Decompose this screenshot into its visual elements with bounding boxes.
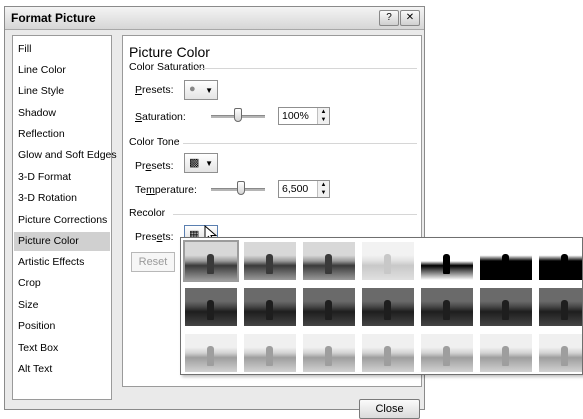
tone-presets-dropdown[interactable]: ▩ ▼ (184, 153, 218, 173)
recolor-preset-thumbnail[interactable] (421, 242, 473, 280)
sidebar-item-crop[interactable]: Crop (14, 274, 110, 293)
tone-presets-label: Presets: (135, 160, 174, 172)
recolor-gallery (180, 237, 583, 375)
photo-figure (325, 346, 332, 366)
photo-figure (443, 346, 450, 366)
photo-figure (443, 300, 450, 320)
dialog-title: Format Picture (11, 11, 96, 25)
saturation-preset-icon: ● (189, 83, 196, 95)
title-bar: Format Picture ? ✕ (5, 7, 424, 30)
recolor-preset-thumbnail[interactable] (539, 334, 582, 372)
color-tone-heading: Color Tone (129, 136, 180, 148)
recolor-preset-thumbnail[interactable] (244, 242, 296, 280)
close-icon: ✕ (405, 12, 415, 23)
chevron-down-icon: ▼ (205, 86, 213, 95)
photo-figure (325, 300, 332, 320)
recolor-preset-thumbnail[interactable] (480, 334, 532, 372)
temperature-slider-thumb[interactable] (236, 181, 245, 195)
recolor-preset-thumbnail[interactable] (244, 288, 296, 326)
sidebar-item-picture-color[interactable]: Picture Color (14, 232, 110, 251)
recolor-preset-thumbnail[interactable] (480, 288, 532, 326)
sidebar-item-artistic-effects[interactable]: Artistic Effects (14, 253, 110, 272)
photo-figure (384, 346, 391, 366)
photo-figure (266, 254, 273, 274)
spin-arrows-icon[interactable]: ▲ ▼ (317, 108, 329, 124)
spin-arrows-icon[interactable]: ▲ ▼ (317, 181, 329, 197)
sidebar-item-3d-format[interactable]: 3-D Format (14, 168, 110, 187)
photo-figure (443, 254, 450, 274)
recolor-preset-thumbnail[interactable] (303, 288, 355, 326)
recolor-preset-thumbnail[interactable] (185, 334, 237, 372)
close-button[interactable]: Close (359, 399, 420, 419)
photo-figure (266, 300, 273, 320)
color-saturation-heading: Color Saturation (129, 61, 205, 73)
recolor-preset-thumbnail[interactable] (539, 242, 582, 280)
reset-button[interactable]: Reset (131, 252, 175, 272)
photo-figure (325, 254, 332, 274)
photo-figure (207, 254, 214, 274)
saturation-label: Saturation: (135, 111, 186, 123)
photo-figure (502, 346, 509, 366)
sidebar-item-text-box[interactable]: Text Box (14, 339, 110, 358)
recolor-heading: Recolor (129, 207, 166, 219)
recolor-preset-thumbnail[interactable] (303, 242, 355, 280)
divider (195, 68, 417, 69)
sidebar-item-fill[interactable]: Fill (14, 40, 110, 59)
panel-title: Picture Color (129, 44, 210, 60)
sidebar-item-reflection[interactable]: Reflection (14, 125, 110, 144)
recolor-preset-thumbnail[interactable] (185, 288, 237, 326)
photo-figure (207, 300, 214, 320)
saturation-value: 100% (282, 110, 309, 122)
color-tone-preset-icon: ▩ (189, 157, 200, 169)
photo-figure (561, 254, 568, 274)
temperature-label: Temperature: (135, 184, 197, 196)
sidebar-item-picture-corrections[interactable]: Picture Corrections (14, 211, 110, 230)
sidebar-item-shadow[interactable]: Shadow (14, 104, 110, 123)
saturation-spinner[interactable]: 100% ▲ ▼ (278, 107, 330, 125)
photo-figure (266, 346, 273, 366)
saturation-presets-dropdown[interactable]: ● ▼ (184, 80, 218, 100)
category-list: Fill Line Color Line Style Shadow Reflec… (12, 35, 117, 400)
sidebar-item-glow-soft-edges[interactable]: Glow and Soft Edges (14, 146, 117, 165)
saturation-slider-thumb[interactable] (234, 108, 242, 122)
recolor-presets-label: Presets: (135, 231, 174, 243)
sidebar-item-3d-rotation[interactable]: 3-D Rotation (14, 189, 110, 208)
window-close-button[interactable]: ✕ (400, 10, 420, 26)
help-button[interactable]: ? (379, 10, 399, 26)
photo-figure (207, 346, 214, 366)
sidebar-item-size[interactable]: Size (14, 296, 110, 315)
sidebar-item-alt-text[interactable]: Alt Text (14, 360, 110, 379)
sidebar-item-position[interactable]: Position (14, 317, 110, 336)
recolor-preset-thumbnail[interactable] (183, 240, 239, 282)
recolor-preset-thumbnail[interactable] (362, 288, 414, 326)
recolor-preset-thumbnail[interactable] (362, 334, 414, 372)
temperature-spinner[interactable]: 6,500 ▲ ▼ (278, 180, 330, 198)
sidebar-item-line-style[interactable]: Line Style (14, 82, 110, 101)
photo-figure (561, 346, 568, 366)
chevron-down-icon: ▼ (205, 159, 213, 168)
recolor-preset-thumbnail[interactable] (244, 334, 296, 372)
sidebar-item-line-color[interactable]: Line Color (14, 61, 110, 80)
recolor-preset-thumbnail[interactable] (303, 334, 355, 372)
photo-figure (561, 300, 568, 320)
photo-figure (502, 254, 509, 274)
divider (173, 214, 417, 215)
recolor-preset-thumbnail[interactable] (480, 242, 532, 280)
help-icon: ? (386, 12, 392, 23)
photo-figure (384, 300, 391, 320)
recolor-preset-thumbnail[interactable] (539, 288, 582, 326)
divider (183, 143, 417, 144)
recolor-preset-thumbnail[interactable] (421, 288, 473, 326)
photo-figure (502, 300, 509, 320)
photo-figure (384, 254, 391, 274)
recolor-preset-thumbnail[interactable] (362, 242, 414, 280)
temperature-value: 6,500 (282, 183, 309, 195)
recolor-preset-thumbnail[interactable] (421, 334, 473, 372)
saturation-presets-label: Presets: (135, 84, 174, 96)
